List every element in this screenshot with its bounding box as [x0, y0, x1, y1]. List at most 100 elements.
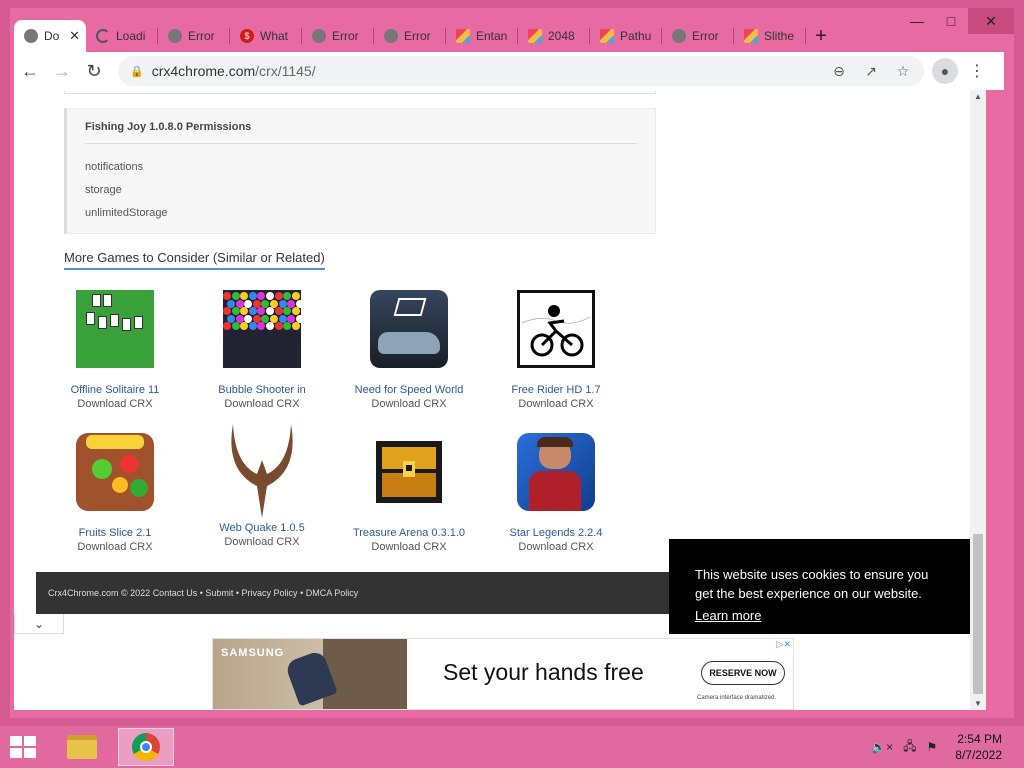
file-explorer-taskbar-button[interactable] [54, 728, 110, 766]
previous-section-box [64, 90, 656, 94]
game-name[interactable]: Web Quake 1.0.5 [187, 522, 337, 534]
game-card-web-quake[interactable]: Web Quake 1.0.5 Download CRX [187, 420, 337, 548]
reserve-now-button[interactable]: RESERVE NOW [701, 661, 785, 685]
footer-link-contact[interactable]: Contact Us [153, 588, 198, 598]
chrome-taskbar-button[interactable] [118, 728, 174, 766]
browser-tab[interactable]: $ What [230, 20, 302, 52]
globe-icon [384, 29, 398, 43]
samsung-ad[interactable]: SAMSUNG Set your hands free RESERVE NOW … [212, 638, 794, 710]
footer-link-submit[interactable]: Submit [205, 588, 233, 598]
game-name[interactable]: Treasure Arena 0.3.1.0 [334, 527, 484, 539]
bubble-shooter-thumbnail[interactable] [223, 290, 301, 368]
scroll-down-arrow-icon[interactable]: ▼ [970, 699, 986, 708]
browser-tab[interactable]: Loadi [86, 20, 158, 52]
action-center-icon[interactable]: ⚑ [927, 740, 938, 754]
game-name[interactable]: Fruits Slice 2.1 [40, 527, 190, 539]
footer-link-dmca[interactable]: DMCA Policy [306, 588, 359, 598]
permissions-box: Fishing Joy 1.0.8.0 Permissions notifica… [64, 108, 656, 234]
site-favicon-icon [528, 29, 542, 43]
globe-icon [312, 29, 326, 43]
download-crx-link[interactable]: Download CRX [481, 398, 631, 410]
fruits-slice-thumbnail[interactable] [76, 433, 154, 511]
game-card-treasure-arena[interactable]: Treasure Arena 0.3.1.0 Download CRX [334, 433, 484, 553]
close-window-button[interactable]: ✕ [968, 8, 1014, 34]
ad-brand: SAMSUNG [221, 647, 285, 659]
tab-label: Pathu [620, 29, 652, 43]
forward-button[interactable]: → [46, 55, 78, 87]
game-card-star-legends[interactable]: Star Legends 2.2.4 Download CRX [481, 433, 631, 553]
share-icon[interactable]: ↗ [858, 58, 884, 84]
permissions-list: notifications storage unlimitedStorage [85, 156, 637, 225]
page-scrollbar[interactable]: ▲ ▼ [970, 90, 986, 710]
game-card-need-for-speed[interactable]: Need for Speed World Download CRX [334, 290, 484, 410]
game-name[interactable]: Offline Solitaire 11 [40, 384, 190, 396]
learn-more-link[interactable]: Learn more [695, 606, 761, 625]
download-crx-link[interactable]: Download CRX [187, 536, 337, 548]
omnibox-actions: ⊖ ↗ ☆ [826, 58, 924, 84]
web-quake-thumbnail[interactable] [223, 420, 301, 520]
browser-tab[interactable]: 2048 [518, 20, 590, 52]
bookmark-star-icon[interactable]: ☆ [890, 58, 916, 84]
tab-label: Error [188, 29, 215, 43]
free-rider-thumbnail[interactable] [517, 290, 595, 368]
game-card-fruits-slice[interactable]: Fruits Slice 2.1 Download CRX [40, 433, 190, 553]
browser-tab[interactable]: Do ✕ [14, 20, 86, 52]
download-crx-link[interactable]: Download CRX [40, 541, 190, 553]
collapse-ad-button[interactable]: ⌄ [14, 614, 64, 634]
game-card-free-rider[interactable]: Free Rider HD 1.7 Download CRX [481, 290, 631, 410]
lock-icon[interactable]: 🔒 [130, 65, 144, 78]
address-bar[interactable]: 🔒 crx4chrome.com/crx/1145/ ⊖ ↗ ☆ [118, 56, 924, 86]
network-icon[interactable]: 🖧 [903, 737, 916, 758]
browser-tab[interactable]: Pathu [590, 20, 662, 52]
new-tab-button[interactable]: + [806, 20, 836, 52]
browser-tab[interactable]: Error [302, 20, 374, 52]
tab-label: Do [44, 29, 60, 43]
ad-choices-icon[interactable]: ▷✕ [777, 639, 791, 650]
game-card-offline-solitaire[interactable]: Offline Solitaire 11 Download CRX [40, 290, 190, 410]
permissions-title: Fishing Joy 1.0.8.0 Permissions [85, 121, 637, 144]
browser-tab[interactable]: Error [158, 20, 230, 52]
game-name[interactable]: Free Rider HD 1.7 [481, 384, 631, 396]
treasure-arena-thumbnail[interactable] [370, 433, 448, 511]
maximize-button[interactable]: □ [934, 8, 968, 34]
loading-spinner-icon [96, 29, 110, 43]
download-crx-link[interactable]: Download CRX [334, 398, 484, 410]
browser-tab[interactable]: Entan [446, 20, 518, 52]
download-crx-link[interactable]: Download CRX [40, 398, 190, 410]
clock-time: 2:54 PM [957, 732, 1002, 746]
footer-link-privacy[interactable]: Privacy Policy [242, 588, 298, 598]
download-crx-link[interactable]: Download CRX [334, 541, 484, 553]
profile-avatar[interactable]: ● [932, 58, 958, 84]
scrollbar-thumb[interactable] [973, 534, 983, 694]
footer-copyright: Crx4Chrome.com © 2022 [48, 588, 151, 598]
star-legends-thumbnail[interactable] [517, 433, 595, 511]
ad-photo: SAMSUNG [213, 639, 407, 709]
browser-tab[interactable]: Error [662, 20, 734, 52]
download-crx-link[interactable]: Download CRX [481, 541, 631, 553]
scroll-up-arrow-icon[interactable]: ▲ [970, 92, 986, 101]
game-name[interactable]: Bubble Shooter in [187, 384, 337, 396]
permission-item: notifications [85, 161, 144, 173]
browser-menu-icon[interactable]: ⋮ [964, 58, 990, 84]
page-viewport: Fishing Joy 1.0.8.0 Permissions notifica… [14, 90, 986, 710]
speaker-muted-icon[interactable]: 🔈× [871, 740, 893, 754]
solitaire-thumbnail[interactable] [76, 290, 154, 368]
download-crx-link[interactable]: Download CRX [187, 398, 337, 410]
game-name[interactable]: Star Legends 2.2.4 [481, 527, 631, 539]
site-favicon-icon [744, 29, 758, 43]
taskbar: 🔈× 🖧 ⚑ 2:54 PM 8/7/2022 [0, 726, 1024, 768]
system-tray: 🔈× 🖧 ⚑ 2:54 PM 8/7/2022 [871, 731, 1024, 763]
game-card-bubble-shooter[interactable]: Bubble Shooter in Download CRX [187, 290, 337, 410]
start-button[interactable] [0, 726, 46, 768]
reload-button[interactable]: ↻ [78, 55, 110, 87]
zoom-icon[interactable]: ⊖ [826, 58, 852, 84]
game-name[interactable]: Need for Speed World [334, 384, 484, 396]
site-favicon-icon [456, 29, 470, 43]
window-controls: — □ ✕ [900, 8, 1014, 34]
need-for-speed-thumbnail[interactable] [370, 290, 448, 368]
system-clock[interactable]: 2:54 PM 8/7/2022 [955, 731, 1002, 763]
browser-tab[interactable]: Slithe [734, 20, 806, 52]
close-tab-icon[interactable]: ✕ [69, 28, 80, 44]
back-button[interactable]: ← [14, 55, 46, 87]
browser-tab[interactable]: Error [374, 20, 446, 52]
